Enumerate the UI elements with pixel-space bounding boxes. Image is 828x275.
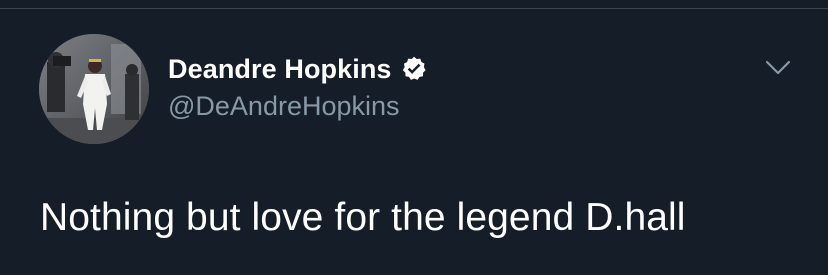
tweet-text: Nothing but love for the legend D.hall [40,196,686,239]
author-name-row: Deandre Hopkins [168,51,428,87]
verified-badge-icon [402,56,426,80]
author-handle[interactable]: @DeAndreHopkins [168,91,400,122]
tweet-card: Deandre Hopkins @DeAndreHopkins Nothing … [0,0,828,275]
avatar[interactable] [39,34,149,144]
chevron-down-icon[interactable] [764,58,792,78]
avatar-photo [39,34,149,144]
display-name[interactable]: Deandre Hopkins [168,54,392,85]
